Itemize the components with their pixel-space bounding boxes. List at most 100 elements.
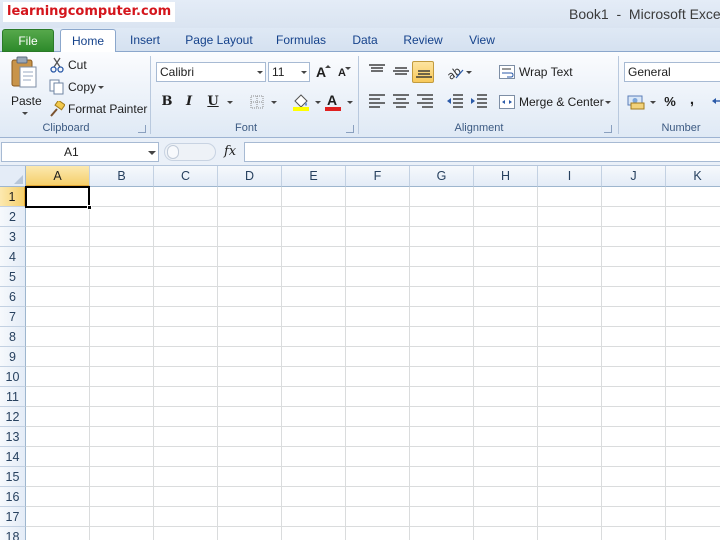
watermark-logo: learningcomputer.com (3, 2, 176, 22)
borders-icon (250, 95, 264, 109)
font-color-button[interactable]: A (324, 92, 354, 112)
tab-formulas[interactable]: Formulas (270, 29, 332, 52)
title-bar: learningcomputer.com Book1 - Microsoft E… (0, 0, 720, 28)
tab-data[interactable]: Data (346, 29, 384, 52)
tab-home[interactable]: Home (60, 29, 116, 53)
column-header-i[interactable]: I (538, 166, 602, 187)
merge-cells-icon (499, 95, 515, 109)
insert-function-button[interactable]: fx (224, 142, 242, 162)
column-header-a[interactable]: A (26, 166, 90, 187)
tab-review[interactable]: Review (398, 29, 448, 52)
grow-font-button[interactable]: A (314, 62, 332, 82)
bold-button[interactable]: B (158, 92, 176, 112)
row-header-4[interactable]: 4 (0, 247, 26, 267)
row-header-3[interactable]: 3 (0, 227, 26, 247)
column-header-d[interactable]: D (218, 166, 282, 187)
formula-bar: A1 fx (0, 138, 720, 166)
align-right-icon[interactable] (416, 94, 434, 108)
chevron-down-icon (466, 71, 472, 74)
group-divider (150, 56, 151, 134)
accounting-format-button[interactable] (626, 92, 656, 112)
column-header-k[interactable]: K (666, 166, 720, 187)
row-header-2[interactable]: 2 (0, 207, 26, 227)
increase-decimal-icon[interactable] (712, 96, 720, 106)
select-all-button[interactable] (0, 166, 26, 187)
merge-center-button[interactable]: Merge & Center (498, 92, 614, 112)
name-box[interactable]: A1 (1, 142, 159, 162)
font-size-select[interactable]: 11 (268, 62, 310, 82)
fill-handle[interactable] (87, 205, 92, 210)
tab-file[interactable]: File (2, 29, 54, 52)
row-header-16[interactable]: 16 (0, 487, 26, 507)
currency-icon (627, 95, 645, 110)
comma-style-button[interactable]: , (686, 91, 698, 109)
copy-button[interactable]: Copy (48, 78, 108, 96)
orientation-button[interactable]: ab (446, 62, 472, 82)
ribbon-tab-strip: File Home Insert Page Layout Formulas Da… (0, 28, 720, 53)
formula-input[interactable] (244, 142, 720, 162)
borders-button[interactable] (250, 92, 278, 112)
tab-insert[interactable]: Insert (124, 29, 166, 52)
chevron-down-icon (22, 112, 28, 115)
name-box-value: A1 (64, 145, 79, 159)
cell-area[interactable] (26, 187, 720, 540)
row-header-14[interactable]: 14 (0, 447, 26, 467)
number-format-select[interactable]: General (624, 62, 720, 82)
row-header-8[interactable]: 8 (0, 327, 26, 347)
row-header-1[interactable]: 1 (0, 187, 26, 207)
fill-color-swatch (293, 107, 309, 111)
column-header-h[interactable]: H (474, 166, 538, 187)
row-header-6[interactable]: 6 (0, 287, 26, 307)
column-header-f[interactable]: F (346, 166, 410, 187)
alignment-dialog-launcher-icon[interactable] (604, 125, 612, 133)
paste-button[interactable]: Paste (4, 54, 44, 118)
row-header-17[interactable]: 17 (0, 507, 26, 527)
fill-color-button[interactable] (292, 92, 322, 112)
row-header-15[interactable]: 15 (0, 467, 26, 487)
format-painter-button[interactable]: Format Painter (48, 100, 147, 118)
underline-options-chevron-icon[interactable] (227, 101, 233, 104)
caret-up-icon (325, 65, 331, 68)
column-header-j[interactable]: J (602, 166, 666, 187)
row-header-5[interactable]: 5 (0, 267, 26, 287)
clipboard-dialog-launcher-icon[interactable] (138, 125, 146, 133)
row-header-13[interactable]: 13 (0, 427, 26, 447)
font-name-select[interactable]: Calibri (156, 62, 266, 82)
tab-page-layout[interactable]: Page Layout (180, 29, 258, 52)
column-header-c[interactable]: C (154, 166, 218, 187)
row-header-10[interactable]: 10 (0, 367, 26, 387)
tab-view[interactable]: View (462, 29, 502, 52)
row-header-9[interactable]: 9 (0, 347, 26, 367)
percent-style-button[interactable]: % (662, 93, 678, 111)
row-header-12[interactable]: 12 (0, 407, 26, 427)
cut-button[interactable]: Cut (48, 56, 98, 74)
group-divider (618, 56, 619, 134)
copy-label: Copy (68, 80, 97, 94)
align-middle-icon[interactable] (392, 64, 410, 78)
column-header-b[interactable]: B (90, 166, 154, 187)
row-header-18[interactable]: 18 (0, 527, 26, 540)
wrap-text-icon (499, 65, 515, 79)
caret-down-icon (345, 67, 351, 70)
row-header-11[interactable]: 11 (0, 387, 26, 407)
shrink-font-button[interactable]: A (336, 64, 352, 82)
align-bottom-button[interactable] (412, 61, 434, 83)
align-top-icon[interactable] (368, 64, 386, 78)
column-header-e[interactable]: E (282, 166, 346, 187)
chevron-down-icon (257, 71, 263, 74)
select-all-triangle-icon (14, 175, 23, 184)
row-header-7[interactable]: 7 (0, 307, 26, 327)
formula-bar-splitter[interactable] (164, 143, 216, 161)
window-title: Book1 - Microsoft Excel (569, 6, 720, 22)
decrease-indent-icon[interactable] (446, 94, 464, 108)
align-center-icon[interactable] (392, 94, 410, 108)
increase-indent-icon[interactable] (470, 94, 488, 108)
font-dialog-launcher-icon[interactable] (346, 125, 354, 133)
wrap-text-button[interactable]: Wrap Text (498, 62, 576, 82)
italic-button[interactable]: I (180, 92, 198, 112)
active-cell-a1[interactable] (25, 186, 90, 208)
align-left-icon[interactable] (368, 94, 386, 108)
column-header-g[interactable]: G (410, 166, 474, 187)
underline-button[interactable]: U (204, 92, 222, 112)
chevron-down-icon (650, 101, 656, 104)
